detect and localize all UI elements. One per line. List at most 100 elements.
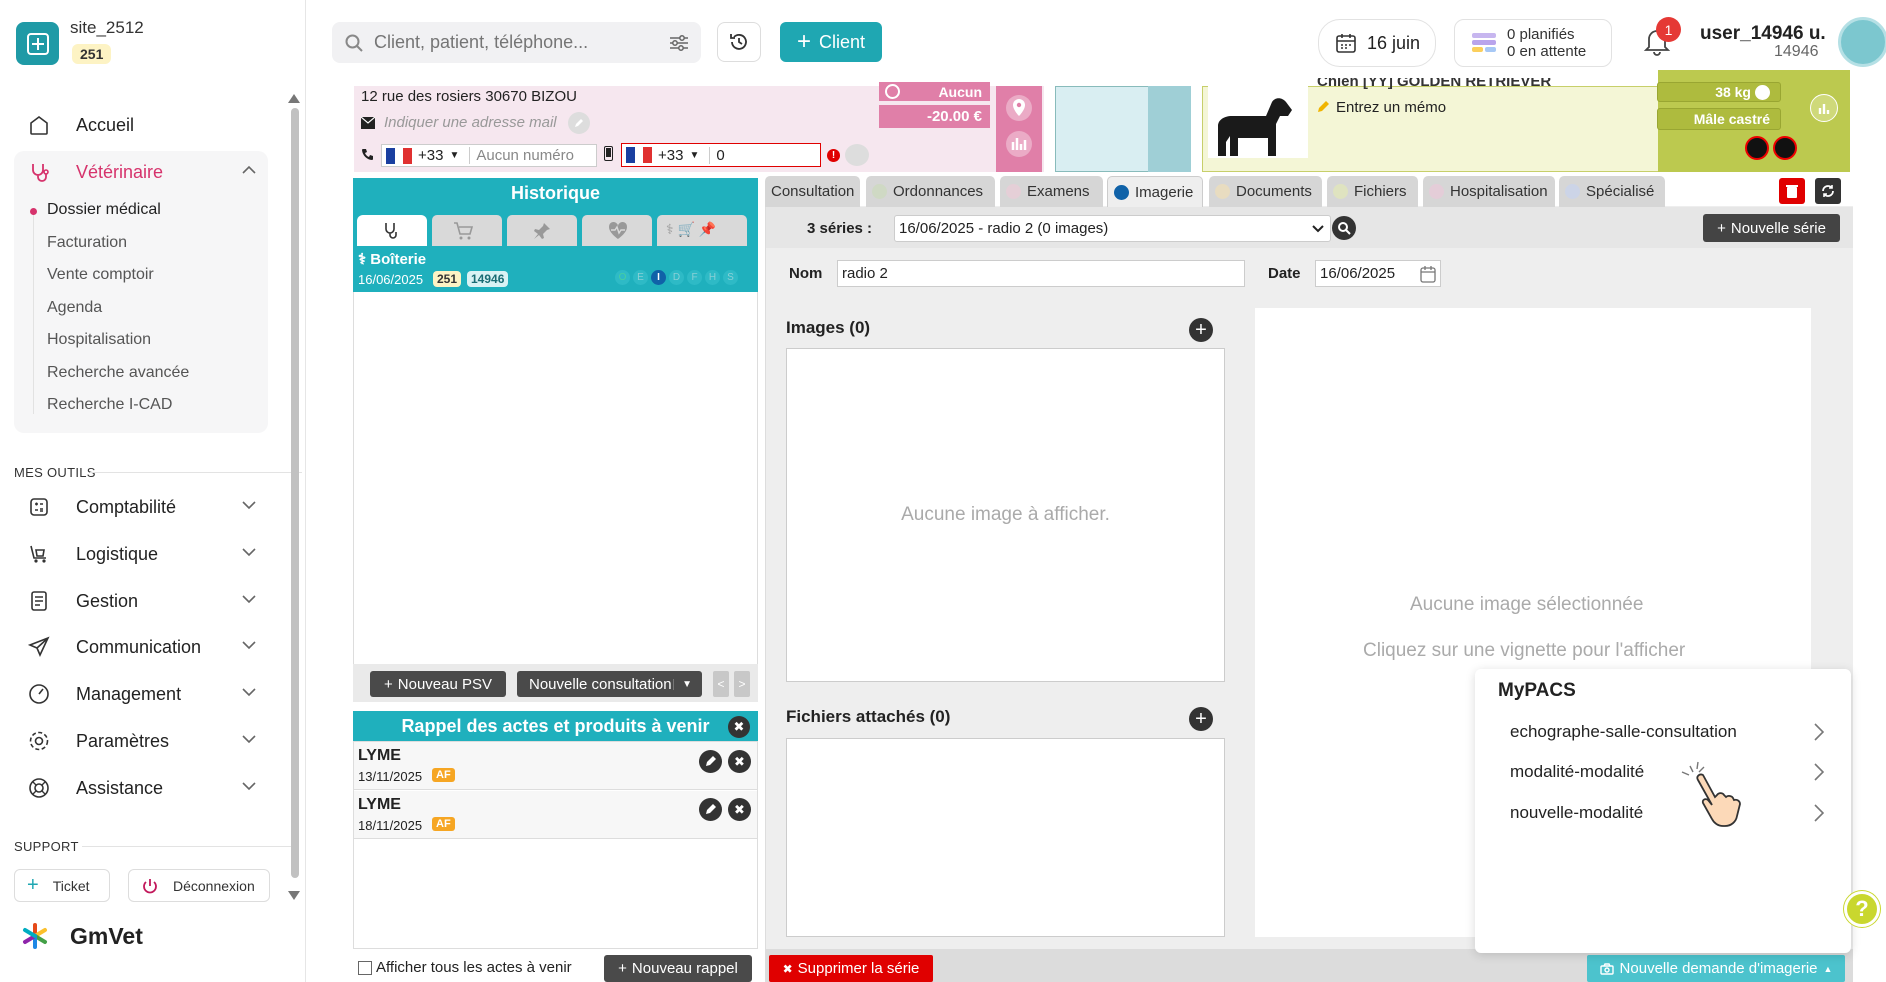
nav-assistance[interactable]: Assistance — [14, 767, 268, 809]
phone-placeholder: Aucun numéro — [469, 147, 574, 164]
chevron-right-icon[interactable] — [1814, 723, 1824, 741]
help-button[interactable]: ? — [1844, 891, 1880, 927]
scroll-up-arrow[interactable] — [287, 92, 301, 104]
search-input[interactable] — [374, 32, 654, 53]
nav-veterinaire[interactable]: Vétérinaire — [14, 151, 268, 193]
scroll-down-arrow[interactable] — [287, 890, 301, 902]
history-prev-button[interactable]: < — [713, 671, 729, 697]
sex-badge[interactable]: Mâle castré — [1657, 108, 1781, 130]
sub-agenda[interactable]: Agenda — [47, 299, 102, 317]
add-file-icon[interactable]: + — [1189, 707, 1213, 731]
series-select[interactable]: 16/06/2025 - radio 2 (0 images) — [894, 215, 1331, 242]
map-pin-icon[interactable] — [1005, 94, 1033, 124]
chevron-right-icon[interactable] — [1814, 763, 1824, 781]
new-series-button[interactable]: + Nouvelle série — [1703, 214, 1840, 242]
edit-weight-icon[interactable] — [1755, 84, 1770, 100]
nav-management[interactable]: Management — [14, 673, 268, 715]
nav-accueil[interactable]: Accueil — [14, 104, 268, 146]
new-imaging-request-button[interactable]: Nouvelle demande d'imagerie ▲ — [1587, 955, 1845, 982]
sub-vente-comptoir[interactable]: Vente comptoir — [47, 266, 154, 284]
delete-series-button[interactable]: ✖ Supprimer la série — [769, 955, 933, 982]
edit-email-icon[interactable] — [568, 112, 590, 134]
caret-down-icon[interactable]: ▼ — [673, 678, 692, 690]
refresh-icon[interactable] — [1815, 178, 1841, 204]
sub-dossier-medical[interactable]: Dossier médical — [47, 201, 161, 219]
sub-facturation[interactable]: Facturation — [47, 234, 127, 252]
tab-documents[interactable]: Documents — [1209, 176, 1322, 207]
email-placeholder[interactable]: Indiquer une adresse mail — [384, 114, 557, 131]
planning-status[interactable]: 0 planifiés 0 en attente — [1454, 19, 1612, 67]
history-next-button[interactable]: > — [734, 671, 750, 697]
tab-specialise[interactable]: Spécialisé — [1559, 176, 1665, 207]
site-logo[interactable] — [16, 22, 59, 65]
sms-icon[interactable] — [845, 144, 869, 166]
animal-memo[interactable]: Entrez un mémo — [1336, 99, 1446, 116]
nav-gestion[interactable]: Gestion — [14, 580, 268, 622]
chevron-up-icon[interactable] — [242, 165, 256, 175]
pacs-item-nouvelle-modalite[interactable]: nouvelle-modalité — [1510, 803, 1643, 823]
mobile-icon — [604, 146, 613, 161]
tab-hospitalisation[interactable]: Hospitalisation — [1423, 176, 1555, 207]
nav-logistique[interactable]: Logistique — [14, 533, 268, 575]
new-reminder-button[interactable]: + Nouveau rappel — [604, 955, 752, 982]
date-input[interactable]: 16/06/2025 — [1315, 260, 1441, 287]
logout-button[interactable]: Déconnexion — [128, 869, 270, 902]
close-reminders-icon[interactable]: ✖ — [728, 716, 750, 738]
sidebar-scrollbar[interactable] — [291, 108, 299, 878]
new-consultation-button[interactable]: Nouvelle consultation ▼ — [517, 671, 702, 697]
history-button[interactable] — [717, 22, 761, 62]
show-all-checkbox[interactable] — [358, 960, 372, 975]
filter-sliders-icon[interactable] — [669, 34, 689, 52]
new-psv-button[interactable]: + Nouveau PSV — [370, 671, 506, 697]
tab-examens[interactable]: Examens — [1000, 176, 1103, 207]
trash-icon[interactable] — [1779, 178, 1805, 204]
delete-reminder-icon[interactable]: ✖ — [728, 798, 751, 821]
add-client-button[interactable]: + Client — [780, 22, 882, 62]
search-series-icon[interactable] — [1332, 216, 1356, 240]
search-bar[interactable] — [332, 22, 701, 63]
edit-reminder-icon[interactable] — [699, 750, 722, 773]
filter-consultation-tab[interactable] — [357, 215, 427, 246]
chevron-down-icon[interactable] — [242, 594, 256, 604]
tab-ordonnances[interactable]: Ordonnances — [866, 176, 995, 207]
tab-imagerie[interactable]: Imagerie — [1107, 176, 1203, 207]
delete-reminder-icon[interactable]: ✖ — [728, 750, 751, 773]
chevron-down-icon[interactable] — [242, 547, 256, 557]
pacs-item-echographe[interactable]: echographe-salle-consultation — [1510, 722, 1737, 742]
notification-badge: 1 — [1656, 17, 1681, 42]
historique-title: Historique — [353, 178, 758, 208]
chevron-down-icon[interactable] — [242, 781, 256, 791]
tab-fichiers[interactable]: Fichiers — [1327, 176, 1418, 207]
sub-hospitalisation[interactable]: Hospitalisation — [47, 331, 151, 349]
insurance-badge[interactable]: Aucun — [879, 82, 990, 101]
chevron-right-icon[interactable] — [1814, 804, 1824, 822]
sub-recherche-icad[interactable]: Recherche I-CAD — [47, 396, 172, 414]
nav-parametres[interactable]: Paramètres — [14, 720, 268, 762]
user-name[interactable]: user_14946 u. — [1700, 23, 1826, 45]
pacs-item-modalite[interactable]: modalité-modalité — [1510, 762, 1644, 782]
animal-photo[interactable] — [1208, 86, 1308, 158]
chevron-down-icon[interactable] — [242, 640, 256, 650]
stats-icon[interactable] — [1005, 130, 1033, 160]
sub-recherche-avancee[interactable]: Recherche avancée — [47, 364, 189, 382]
chevron-down-icon[interactable] — [242, 687, 256, 697]
ordonnances-icon — [872, 184, 887, 199]
show-all-acts[interactable]: Afficher tous les actes à venir — [358, 959, 572, 976]
nav-communication[interactable]: Communication — [14, 626, 268, 668]
add-image-icon[interactable]: + — [1189, 318, 1213, 342]
mobile-field[interactable]: +33 ▼ 0 — [621, 143, 821, 167]
chevron-down-icon[interactable] — [242, 734, 256, 744]
nom-input[interactable]: radio 2 — [837, 260, 1245, 287]
edit-reminder-icon[interactable] — [699, 798, 722, 821]
ticket-button[interactable]: + Ticket — [14, 869, 110, 902]
phone-field[interactable]: +33 ▼ Aucun numéro — [381, 144, 597, 167]
calendar-icon[interactable] — [1420, 265, 1436, 283]
nav-comptabilite[interactable]: Comptabilité — [14, 486, 268, 528]
weight-badge[interactable]: 38 kg — [1657, 82, 1781, 102]
avatar[interactable] — [1838, 17, 1886, 67]
history-icon — [728, 31, 750, 53]
chevron-down-icon[interactable] — [242, 500, 256, 510]
tab-consultation[interactable]: Consultation — [765, 176, 860, 207]
tab-imagerie-label: Imagerie — [1135, 183, 1194, 201]
date-button[interactable]: 16 juin — [1318, 19, 1436, 67]
